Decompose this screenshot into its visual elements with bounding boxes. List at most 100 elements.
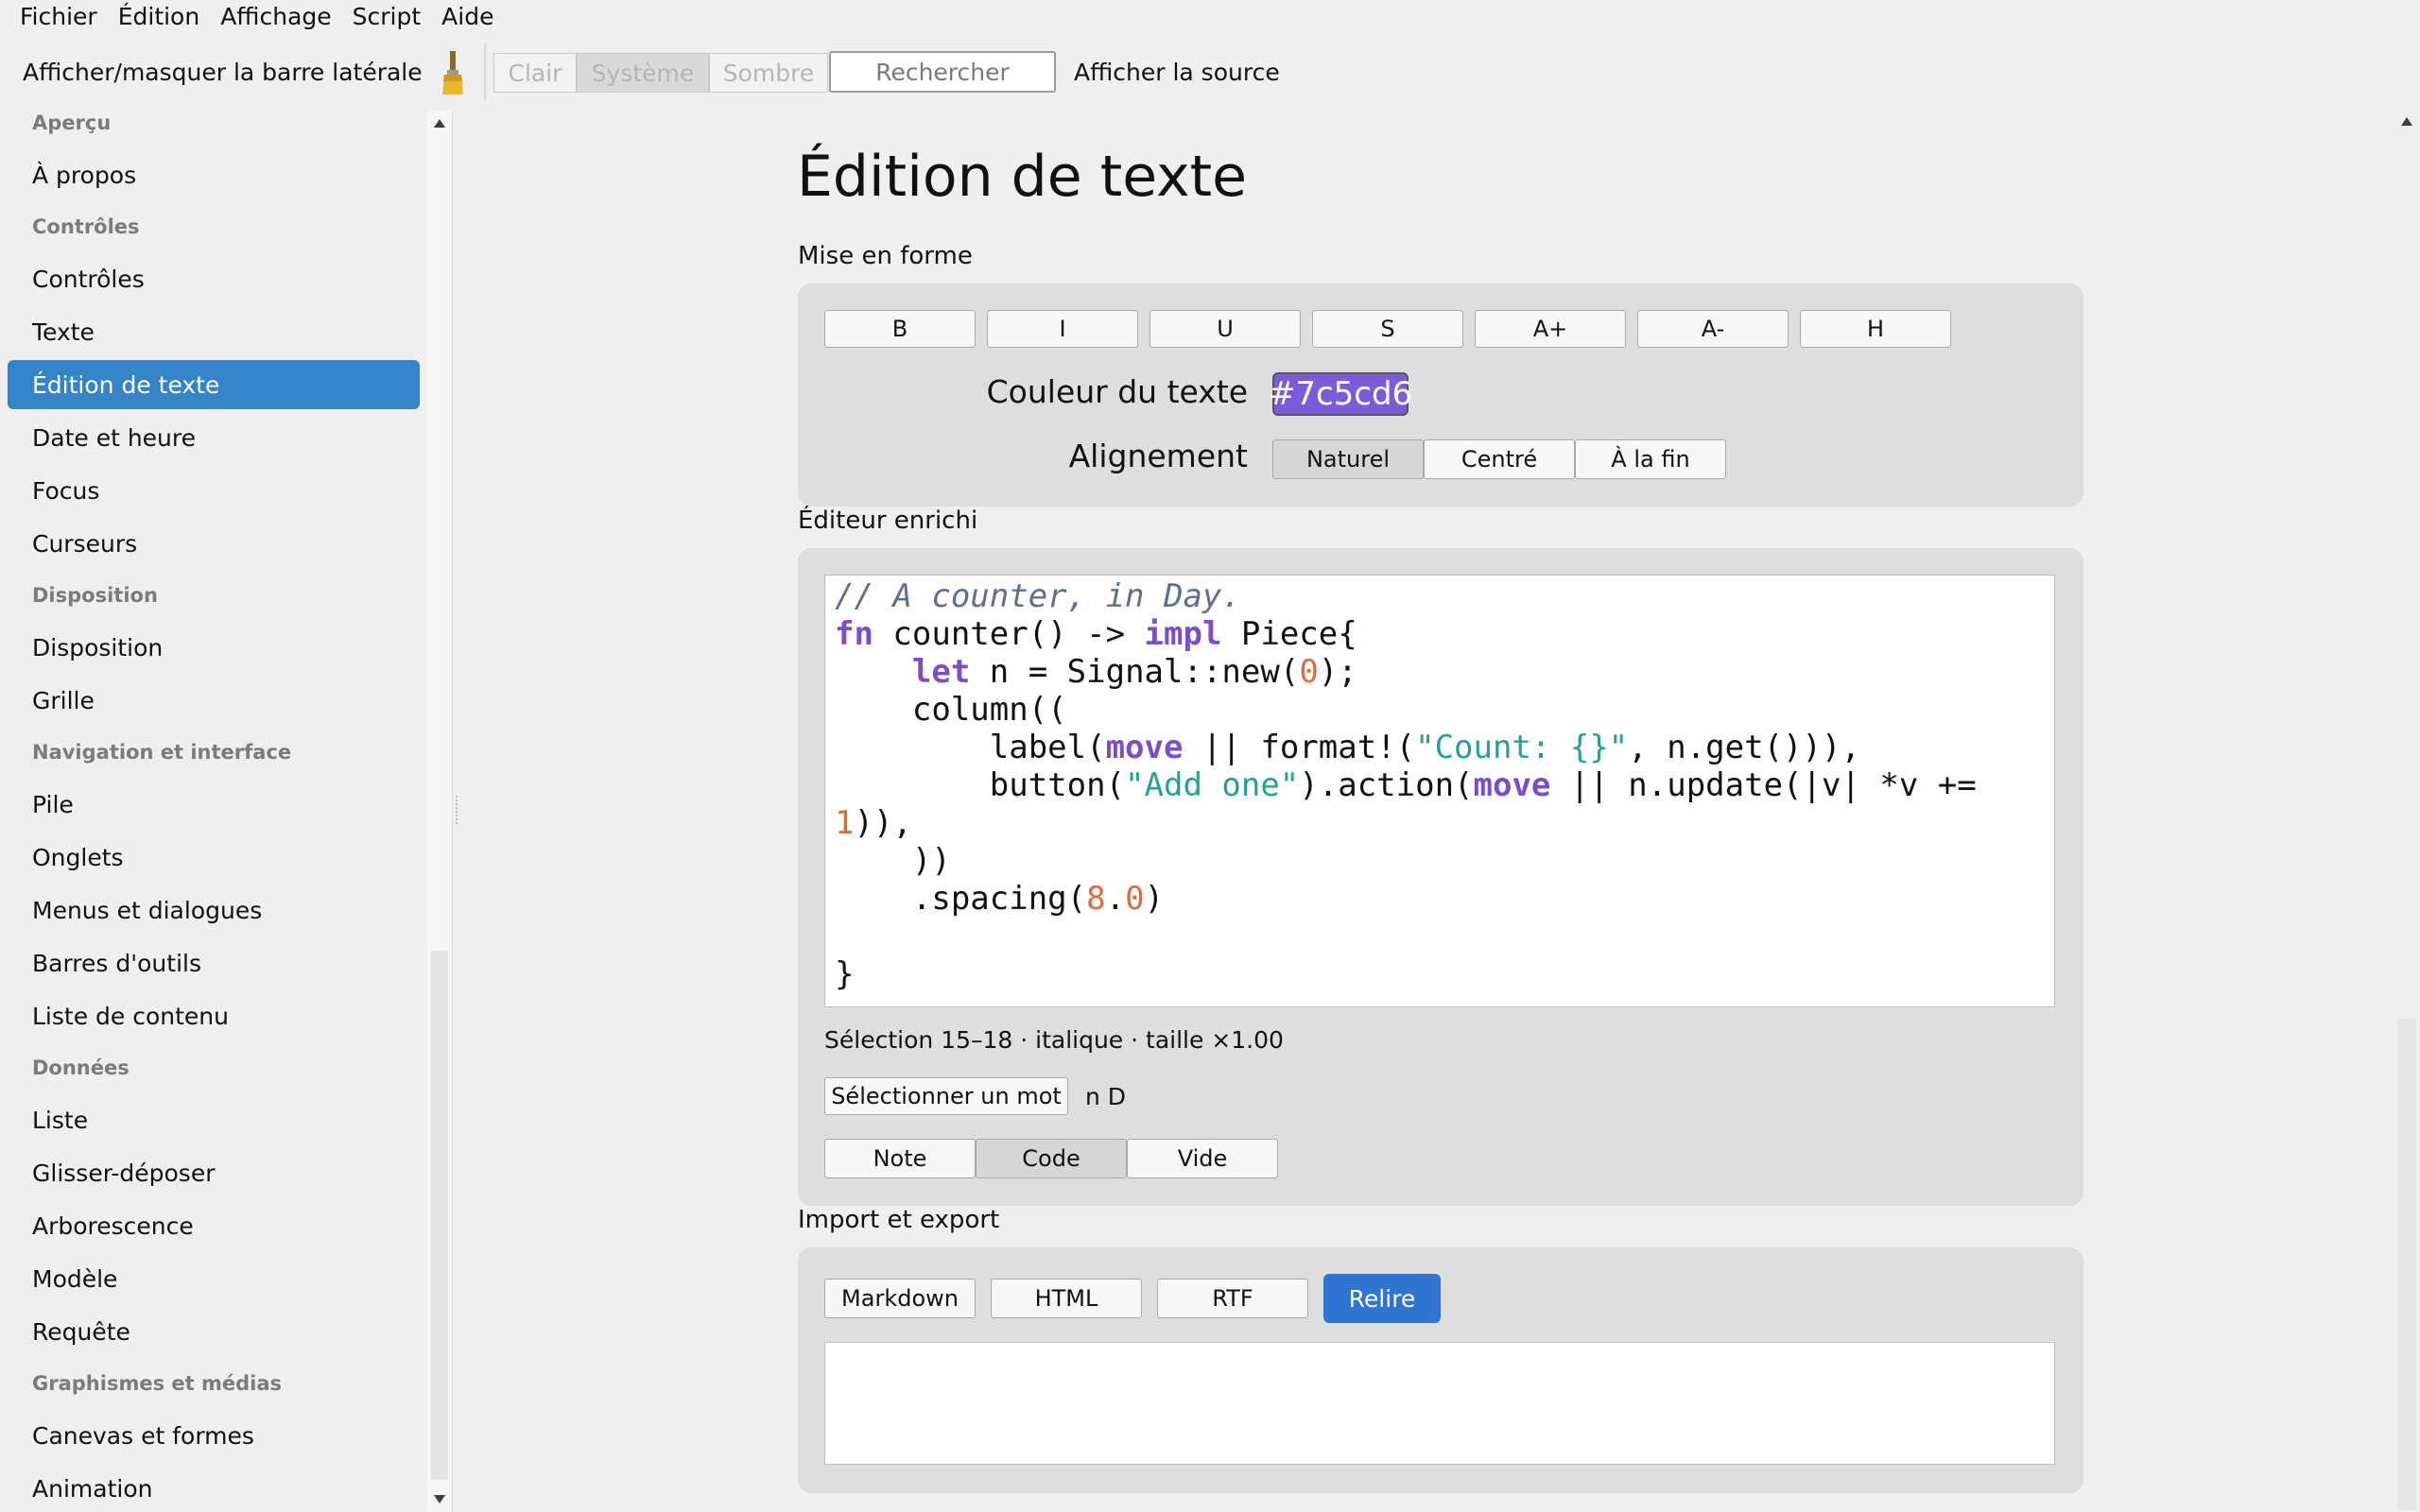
underline-button[interactable]: U [1150, 310, 1301, 348]
sidebar: Aperçu À propos Contrôles Contrôles Text… [0, 112, 428, 1512]
align-naturel-button[interactable]: Naturel [1272, 439, 1424, 479]
sidebar-item-date-et-heure[interactable]: Date et heure [8, 413, 420, 462]
code-token: label( [835, 729, 1106, 766]
sidebar-item-focus[interactable]: Focus [8, 466, 420, 515]
paintbrush-icon[interactable] [439, 49, 467, 96]
main-scrollbar[interactable] [2394, 112, 2420, 1512]
sidebar-item-texte[interactable]: Texte [8, 307, 420, 356]
code-token: )) [835, 842, 951, 880]
rich-text-editor[interactable]: // A counter, in Day. fn counter() -> imp… [824, 575, 2055, 1007]
text-color-swatch[interactable]: #7c5cd6 [1269, 372, 1412, 416]
sidebar-section-donnees: Données [32, 1057, 130, 1079]
sidebar-item-controles[interactable]: Contrôles [8, 254, 420, 303]
menubar: Fichier Édition Affichage Script Aide [0, 0, 2420, 33]
code-line: } [835, 955, 854, 993]
menu-fichier[interactable]: Fichier [10, 3, 107, 30]
splitter-handle[interactable] [456, 796, 459, 824]
show-source-button[interactable]: Afficher la source [1074, 59, 1280, 86]
decrease-size-button[interactable]: A- [1637, 310, 1789, 348]
sidebar-item-disposition[interactable]: Disposition [8, 623, 420, 672]
theme-clair-button[interactable]: Clair [493, 53, 577, 93]
code-token: // A counter, in Day. [835, 577, 1241, 615]
code-token: 0 [1125, 880, 1145, 918]
main-scrollbar-thumb[interactable] [2397, 1019, 2416, 1510]
export-output-area[interactable] [824, 1342, 2055, 1465]
sidebar-item-modele[interactable]: Modèle [8, 1254, 420, 1303]
code-token: || format!( [1183, 729, 1416, 766]
sidebar-item-liste-de-contenu[interactable]: Liste de contenu [8, 991, 420, 1040]
selection-status: Sélection 15–18 · italique · taille ×1.0… [824, 1026, 1284, 1054]
code-line: label(move || format!("Count: {}", n.get… [835, 729, 1860, 766]
text-color-label: Couleur du texte [986, 373, 1248, 410]
menu-script[interactable]: Script [343, 3, 431, 30]
alignment-label: Alignement [1068, 438, 1248, 474]
mode-note-button[interactable]: Note [824, 1139, 976, 1178]
code-token: 0 [1299, 653, 1319, 691]
scroll-down-arrow-icon[interactable] [434, 1495, 445, 1503]
code-line: 1)), [835, 804, 912, 842]
sidebar-item-arborescence[interactable]: Arborescence [8, 1201, 420, 1250]
export-markdown-button[interactable]: Markdown [824, 1279, 976, 1318]
bold-button[interactable]: B [824, 310, 976, 348]
code-line: let n = Signal::new(0); [835, 653, 1357, 691]
code-token: let [911, 653, 971, 691]
menu-aide[interactable]: Aide [432, 3, 503, 30]
sidebar-item-liste[interactable]: Liste [8, 1095, 420, 1144]
code-line: button("Add one").action(move || n.updat… [835, 766, 1977, 804]
mode-code-button[interactable]: Code [976, 1139, 1127, 1178]
scroll-up-arrow-icon[interactable] [434, 119, 445, 128]
sidebar-item-edition-de-texte[interactable]: Édition de texte [8, 360, 420, 409]
sidebar-scrollbar[interactable] [427, 112, 453, 1512]
code-token: counter() -> [873, 615, 1145, 653]
sidebar-item-curseurs[interactable]: Curseurs [8, 519, 420, 568]
export-html-button[interactable]: HTML [991, 1279, 1142, 1318]
code-token: n = Signal::new( [970, 653, 1300, 691]
select-word-button[interactable]: Sélectionner un mot [824, 1077, 1068, 1115]
sidebar-section-graphismes: Graphismes et médias [32, 1372, 282, 1395]
code-token: . [1105, 880, 1126, 918]
highlight-button[interactable]: H [1800, 310, 1951, 348]
mode-vide-button[interactable]: Vide [1127, 1139, 1278, 1178]
sidebar-item-pile[interactable]: Pile [8, 780, 420, 829]
theme-sombre-button[interactable]: Sombre [709, 53, 828, 93]
italic-button[interactable]: I [987, 310, 1138, 348]
code-token: move [1473, 766, 1551, 804]
code-line: .spacing(8.0) [835, 880, 1164, 918]
export-rtf-button[interactable]: RTF [1157, 1279, 1308, 1318]
sidebar-toggle-button[interactable]: Afficher/masquer la barre latérale [23, 59, 423, 86]
increase-size-button[interactable]: A+ [1475, 310, 1626, 348]
rich-editor-section-label: Éditeur enrichi [798, 507, 978, 535]
sidebar-item-a-propos[interactable]: À propos [8, 150, 420, 199]
code-line: // A counter, in Day. [835, 577, 1241, 615]
scroll-up-arrow-icon[interactable] [2401, 117, 2412, 126]
code-token: Piece{ [1221, 615, 1357, 653]
align-centre-button[interactable]: Centré [1424, 439, 1575, 479]
sidebar-item-canevas-et-formes[interactable]: Canevas et formes [8, 1411, 420, 1460]
code-token: } [835, 955, 855, 993]
search-input[interactable]: Rechercher [829, 51, 1056, 93]
theme-systeme-button[interactable]: Système [577, 53, 709, 93]
sidebar-section-controles: Contrôles [32, 215, 140, 238]
code-line: fn counter() -> impl Piece{ [835, 615, 1357, 653]
theme-selector: Clair Système Sombre [493, 53, 828, 93]
reload-button[interactable]: Relire [1323, 1274, 1441, 1323]
code-token: column(( [835, 691, 1067, 729]
code-token: .spacing( [835, 880, 1087, 918]
sidebar-scrollbar-thumb[interactable] [431, 951, 448, 1480]
sidebar-item-glisser-deposer[interactable]: Glisser-déposer [8, 1148, 420, 1197]
sidebar-item-animation[interactable]: Animation [8, 1464, 420, 1512]
code-token: "Count: {}" [1415, 729, 1629, 766]
sidebar-item-onglets[interactable]: Onglets [8, 833, 420, 882]
code-line: )) [835, 842, 951, 880]
menu-affichage[interactable]: Affichage [211, 3, 340, 30]
menu-edition[interactable]: Édition [109, 3, 210, 30]
code-token: ) [1144, 880, 1165, 918]
align-fin-button[interactable]: À la fin [1575, 439, 1726, 479]
strikethrough-button[interactable]: S [1312, 310, 1463, 348]
sidebar-item-grille[interactable]: Grille [8, 676, 420, 725]
code-token: || n.update(|v| *v += [1550, 766, 1977, 804]
sidebar-item-barres-d-outils[interactable]: Barres d'outils [8, 938, 420, 988]
sidebar-item-requete[interactable]: Requête [8, 1307, 420, 1356]
sidebar-item-menus-et-dialogues[interactable]: Menus et dialogues [8, 885, 420, 935]
code-token: "Add one" [1125, 766, 1300, 804]
